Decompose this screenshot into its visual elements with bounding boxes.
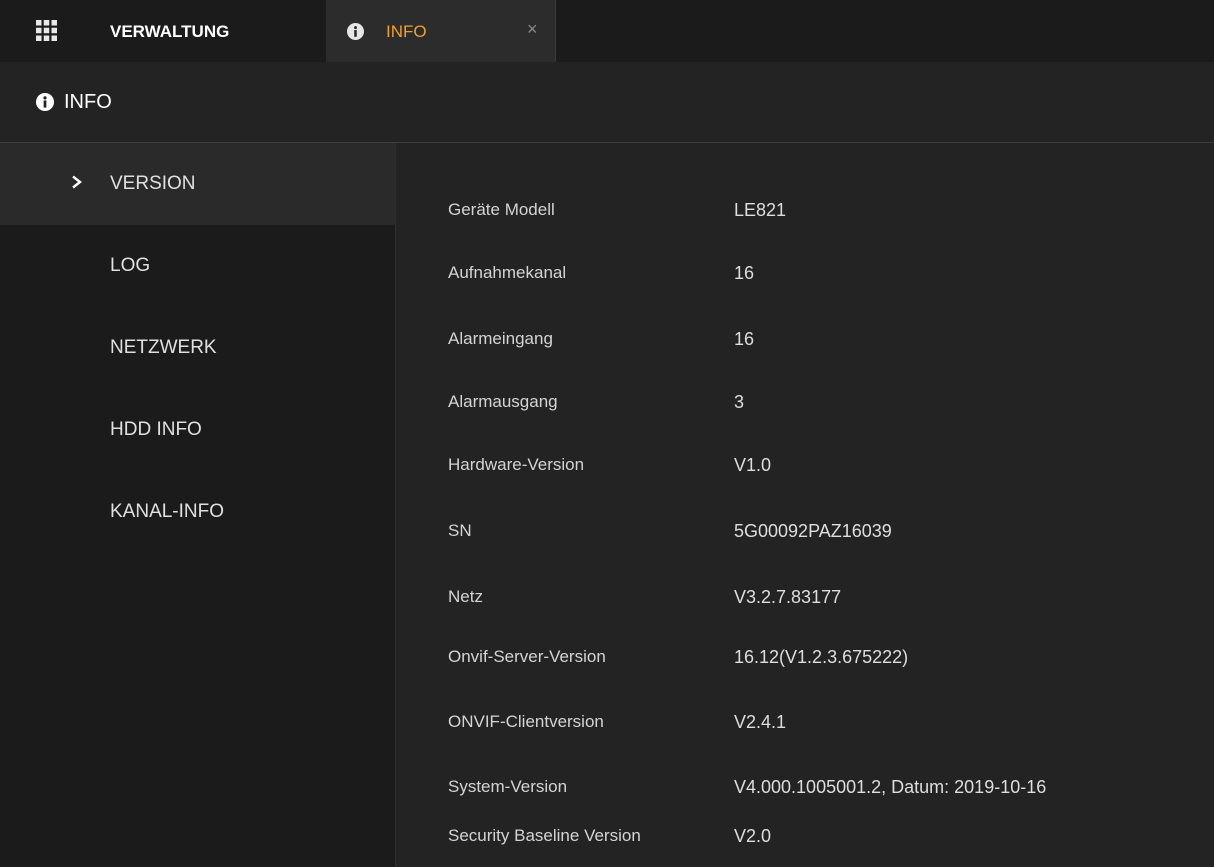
info-row-hardware-version: Hardware-Version V1.0 (396, 451, 1214, 481)
page-title: INFO (64, 91, 112, 113)
topbar-title[interactable]: VERWALTUNG (110, 22, 229, 42)
sidebar-item-netzwerk[interactable]: NETZWERK (0, 307, 395, 389)
info-value: 16 (734, 329, 755, 349)
grid-menu-icon[interactable] (36, 20, 57, 41)
sidebar-item-version[interactable]: VERSION (0, 143, 395, 225)
info-row-security-baseline: Security Baseline Version V2.0 (396, 822, 1214, 852)
info-value: V2.0 (734, 826, 772, 846)
info-row-recording-channels: Aufnahmekanal 16 (396, 259, 1214, 289)
app-window: VERWALTUNG INFO × INFO VERSION LOG NETZW… (0, 0, 1214, 867)
tab-info[interactable]: INFO × (326, 0, 556, 62)
info-row-onvif-server: Onvif-Server-Version 16.12(V1.2.3.675222… (396, 643, 1214, 673)
version-info-panel: Geräte Modell LE821 Aufnahmekanal 16 Ala… (396, 143, 1214, 867)
sidebar-item-label: NETZWERK (110, 337, 217, 358)
sidebar: VERSION LOG NETZWERK HDD INFO KANAL-INFO (0, 143, 396, 867)
sidebar-item-label: KANAL-INFO (110, 501, 225, 522)
info-row-serial-number: SN 5G00092PAZ16039 (396, 517, 1214, 547)
page-header: INFO (0, 62, 1214, 143)
info-key: Geräte Modell (448, 200, 555, 219)
info-circle-icon (36, 93, 54, 111)
info-row-system-version: System-Version V4.000.1005001.2, Datum: … (396, 773, 1214, 803)
info-value: V2.4.1 (734, 712, 787, 732)
info-key: ONVIF-Clientversion (448, 712, 604, 731)
sidebar-item-label: HDD INFO (110, 419, 202, 440)
sidebar-item-hdd-info[interactable]: HDD INFO (0, 389, 395, 471)
info-value: 16.12(V1.2.3.675222) (734, 647, 909, 667)
info-value: 16 (734, 263, 755, 283)
info-row-alarm-output: Alarmausgang 3 (396, 388, 1214, 418)
info-key: Alarmausgang (448, 392, 558, 411)
info-circle-icon (347, 23, 364, 40)
top-bar: VERWALTUNG INFO × (0, 0, 1214, 62)
info-key: Aufnahmekanal (448, 263, 567, 282)
sidebar-item-log[interactable]: LOG (0, 225, 395, 307)
info-key: Onvif-Server-Version (448, 647, 606, 666)
info-value: V3.2.7.83177 (734, 587, 842, 607)
info-key: Security Baseline Version (448, 826, 641, 845)
info-row-onvif-client: ONVIF-Clientversion V2.4.1 (396, 708, 1214, 738)
info-value: V4.000.1005001.2, Datum: 2019-10-16 (734, 777, 1047, 797)
close-icon[interactable]: × (527, 19, 538, 40)
info-key: Hardware-Version (448, 455, 585, 474)
sidebar-item-label: VERSION (110, 173, 196, 194)
info-value: 5G00092PAZ16039 (734, 521, 892, 541)
info-value: V1.0 (734, 455, 772, 475)
info-value: LE821 (734, 200, 787, 220)
info-key: System-Version (448, 777, 568, 796)
info-key: SN (448, 521, 472, 540)
info-key: Alarmeingang (448, 329, 553, 348)
sidebar-item-kanal-info[interactable]: KANAL-INFO (0, 471, 395, 553)
info-key: Netz (448, 587, 483, 606)
chevron-right-icon (72, 175, 82, 189)
info-value: 3 (734, 392, 745, 412)
info-row-alarm-input: Alarmeingang 16 (396, 325, 1214, 355)
sidebar-item-label: LOG (110, 255, 151, 276)
tab-label: INFO (386, 22, 427, 41)
info-row-network: Netz V3.2.7.83177 (396, 583, 1214, 613)
info-row-model: Geräte Modell LE821 (396, 196, 1214, 226)
